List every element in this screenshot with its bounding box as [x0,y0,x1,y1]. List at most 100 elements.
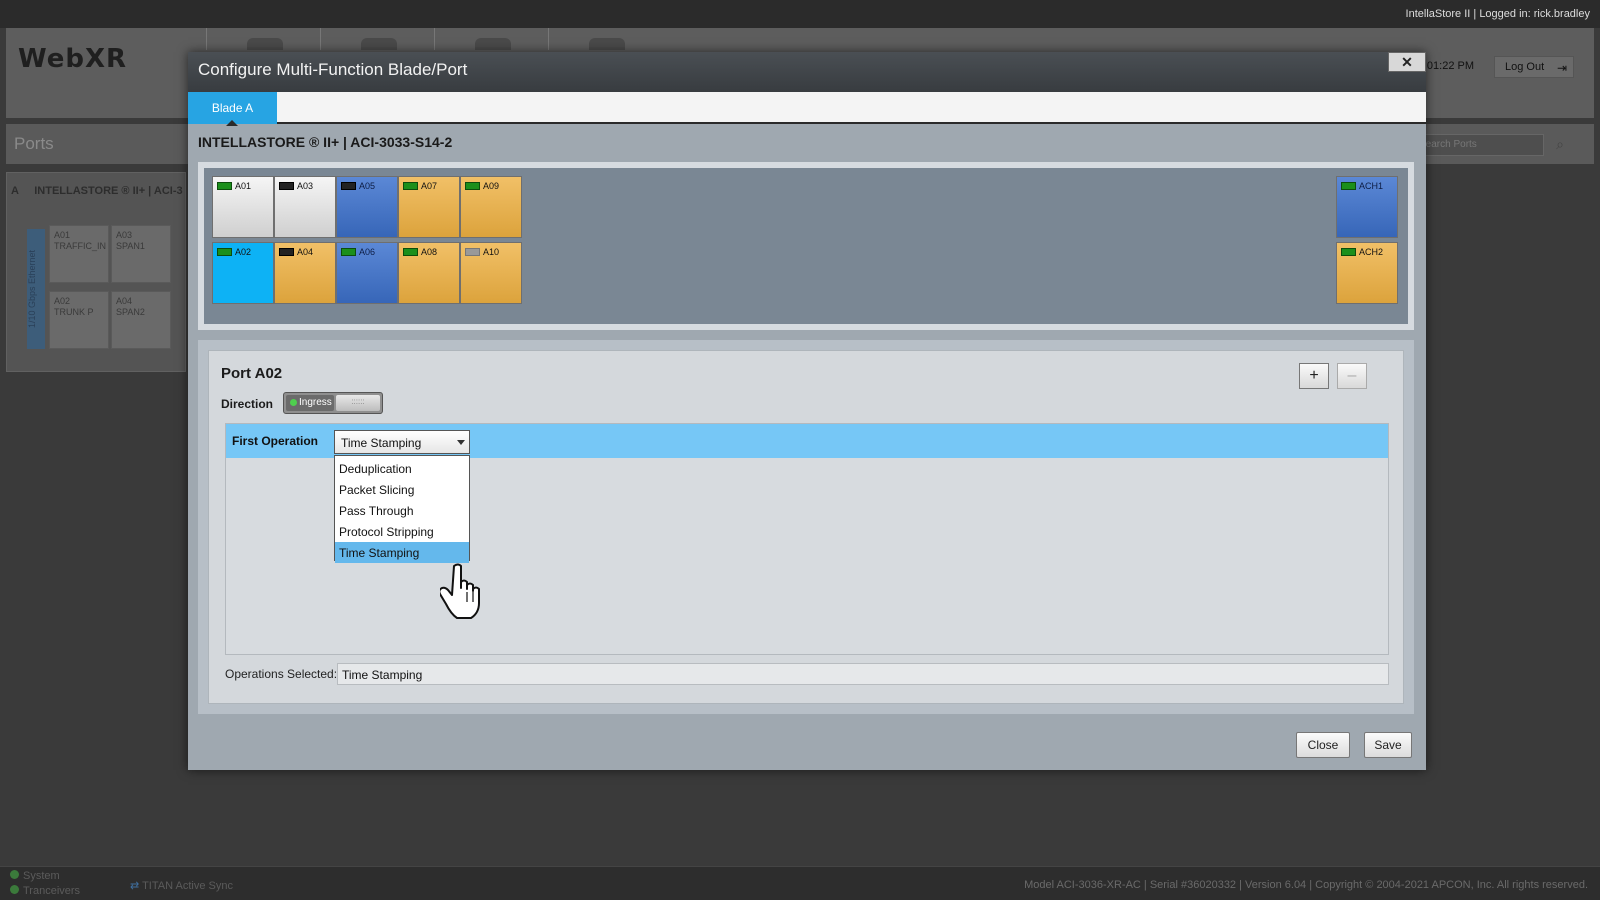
port-id: A10 [483,247,500,257]
direction-toggle[interactable]: Ingress :::::: [283,392,383,414]
tab-label: Blade A [211,101,254,115]
sync-status[interactable]: ⇄ TITAN Active Sync [130,879,233,892]
status-dot-icon [10,885,19,894]
port-tile-a06[interactable]: A06 [336,242,398,304]
port-config-panel: Port A02 + – Direction Ingress :::::: Fi… [198,340,1414,714]
mini-port-label: TRUNK P [54,307,94,317]
toggle-grip-icon: :::::: [336,395,380,411]
minus-icon: – [1347,367,1357,384]
device-title: INTELLASTORE ® II+ | ACI-3033-S14-2 [198,134,453,150]
dropdown-option-deduplication[interactable]: Deduplication [335,458,469,479]
port-tile-a09[interactable]: A09 [460,176,522,238]
mini-port-id: A04 [116,296,133,306]
logout-label: Log Out [1505,61,1545,73]
port-tile-a08[interactable]: A08 [398,242,460,304]
app-logo: WebXR [18,44,128,74]
link-down-icon [341,182,356,190]
dialog-title: Configure Multi-Function Blade/Port [198,60,468,79]
transceivers-status[interactable]: Tranceivers [10,885,80,897]
system-status[interactable]: System [10,870,60,882]
link-status-icon [217,182,232,190]
port-tile-a07[interactable]: A07 [398,176,460,238]
active-dot-icon [290,398,297,406]
storage-icon [475,38,511,50]
first-operation-row[interactable]: First Operation Time Stamping [226,424,1388,458]
direction-label: Direction [221,397,274,411]
port-id: A04 [297,247,314,257]
port-tile-ach1[interactable]: ACH1 [1336,176,1398,238]
dropdown-option-protocol-stripping[interactable]: Protocol Stripping [335,521,469,542]
link-status-icon [1341,248,1356,256]
tab-blade-a[interactable]: Blade A [188,92,277,126]
mini-port[interactable]: A03 SPAN1 [111,225,171,283]
link-status-icon [1341,182,1356,190]
blade-port-grid: A01 A03 A05 A07 A09 A02 A04 A06 A08 A10 … [204,168,1408,324]
port-tile-a02[interactable]: A02 [212,242,274,304]
mini-port-label: SPAN1 [116,241,145,251]
dropdown-option-packet-slicing[interactable]: Packet Slicing [335,479,469,500]
mini-port-label: TRAFFIC_IN [54,241,107,251]
sync-icon: ⇄ [130,880,140,892]
select-value: Time Stamping [341,436,422,450]
logout-button[interactable]: Log Out ⇥ [1494,56,1574,78]
mini-port-id: A01 [54,230,71,240]
link-down-icon [279,182,294,190]
operation-dropdown-list: Deduplication Packet Slicing Pass Throug… [334,455,470,563]
mini-port[interactable]: A02 TRUNK P [49,291,109,349]
port-id: A02 [235,247,252,257]
toggle-on-side: Ingress [286,395,334,411]
first-operation-label: First Operation [232,434,319,448]
blade-tabstrip: Blade A [188,92,1426,126]
speed-strip: 1/10 Gbps Ethernet [27,229,45,349]
mini-port[interactable]: A04 SPAN2 [111,291,171,349]
port-tile-a10[interactable]: A10 [460,242,522,304]
close-icon[interactable]: ✕ [1388,52,1426,72]
close-button[interactable]: Close [1296,732,1350,758]
header-nav [206,28,662,50]
mini-port-id: A03 [116,230,133,240]
port-heading: Port A02 [221,365,283,382]
plus-icon: + [1309,367,1319,384]
logout-icon: ⇥ [1556,61,1567,75]
top-bar: IntellaStore II | Logged in: rick.bradle… [0,0,1600,28]
remove-operation-button[interactable]: – [1337,363,1367,389]
transceivers-label: Tranceivers [23,885,81,897]
add-operation-button[interactable]: + [1299,363,1329,389]
port-id: ACH1 [1359,181,1384,191]
dropdown-option-time-stamping[interactable]: Time Stamping [335,542,469,563]
search-ports-input[interactable]: Search Ports [1414,134,1544,156]
operations-selected-value: Time Stamping [337,663,1389,685]
left-panel-title: A INTELLASTORE ® II+ | ACI-3 [11,185,183,197]
disk-icon [589,38,625,50]
dropdown-option-pass-through[interactable]: Pass Through [335,500,469,521]
mini-port[interactable]: A01 TRAFFIC_IN [49,225,109,283]
blade-list-panel: A INTELLASTORE ® II+ | ACI-3 1/10 Gbps E… [6,172,186,372]
search-icon[interactable]: ⌕ [1556,136,1564,153]
link-down-icon [279,248,294,256]
configure-blade-dialog: Configure Multi-Function Blade/Port ✕ Bl… [188,52,1426,770]
port-tile-a03[interactable]: A03 [274,176,336,238]
save-button[interactable]: Save [1364,732,1412,758]
nav-device-tab[interactable] [320,28,434,50]
nav-globe-tab[interactable] [206,28,320,50]
globe-icon [247,38,283,50]
status-footer: System Tranceivers ⇄ TITAN Active Sync M… [0,866,1600,900]
nav-storage-tab[interactable] [434,28,548,50]
mini-port-id: A02 [54,296,71,306]
port-tile-a05[interactable]: A05 [336,176,398,238]
port-tile-ach2[interactable]: ACH2 [1336,242,1398,304]
nav-disk-tab[interactable] [548,28,662,50]
port-id: A08 [421,247,438,257]
link-status-icon [217,248,232,256]
model-info: Model ACI-3036-XR-AC | Serial #36020332 … [1024,879,1588,891]
hand-cursor-icon [440,563,480,619]
chevron-down-icon [457,440,465,445]
link-status-icon [403,182,418,190]
first-operation-select[interactable]: Time Stamping [334,430,470,454]
port-tile-a01[interactable]: A01 [212,176,274,238]
link-status-icon [341,248,356,256]
left-panel-device: INTELLASTORE ® II+ | ACI-3 [34,185,183,197]
port-tile-a04[interactable]: A04 [274,242,336,304]
tab-pointer-icon [226,120,238,126]
clock: 4:01:22 PM [1417,60,1474,72]
